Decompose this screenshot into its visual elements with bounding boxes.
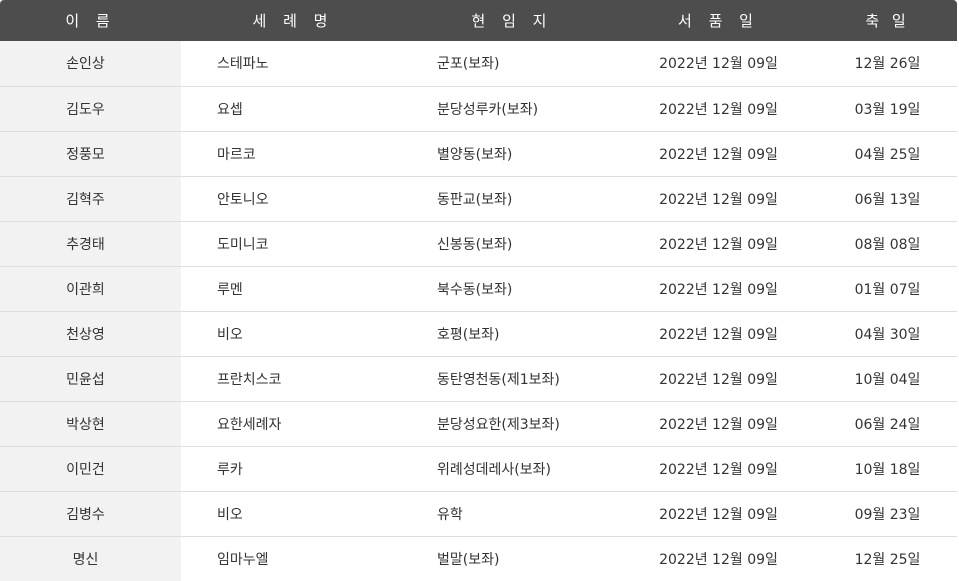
feast-day-cell: 03월 19일 bbox=[818, 86, 957, 132]
priest-name-cell: 김도우 bbox=[0, 86, 181, 132]
priest-name-cell: 이관희 bbox=[0, 266, 181, 312]
ordination-date-cell: 2022년 12월 09일 bbox=[619, 221, 818, 267]
feast-day-cell: 12월 25일 bbox=[854, 551, 921, 568]
current-post-cell: 위례성데레사(보좌) bbox=[405, 446, 619, 492]
ordination-date-cell: 2022년 12월 09일 bbox=[619, 176, 818, 222]
ordination-date-cell: 2022년 12월 09일 bbox=[619, 311, 818, 357]
current-post-cell: 분당성요한(제3보좌) bbox=[405, 401, 619, 447]
current-post-cell: 동탄영천동(제1보좌) bbox=[405, 356, 619, 402]
priest-name-cell: 천상영 bbox=[0, 311, 181, 357]
current-post-cell: 호평(보좌) bbox=[405, 311, 619, 357]
table-row: 민윤섭 프란치스코 동탄영천동(제1보좌) 2022년 12월 09일 10월 04일 bbox=[0, 356, 957, 402]
current-post-cell: 북수동(보좌) bbox=[405, 266, 619, 312]
baptismal-name-cell: 비오 bbox=[181, 311, 405, 357]
ordination-date-cell: 2022년 12월 09일 bbox=[619, 41, 818, 87]
header-baptismal-name: 세 례 명 bbox=[181, 0, 405, 41]
baptismal-name-cell: 마르코 bbox=[181, 131, 405, 177]
priest-name-cell: 손인상 bbox=[0, 41, 181, 87]
ordination-date-cell: 2022년 12월 09일 bbox=[619, 446, 818, 492]
table-row: 김혁주 안토니오 동판교(보좌) 2022년 12월 09일 06월 13일 bbox=[0, 176, 957, 222]
priest-name-cell: 명신 bbox=[0, 536, 181, 581]
baptismal-name-cell: 안토니오 bbox=[181, 176, 405, 222]
baptismal-name-cell: 도미니코 bbox=[181, 221, 405, 267]
ordination-date-cell: 2022년 12월 09일 bbox=[619, 131, 818, 177]
table-row: 이민건 루카 위례성데레사(보좌) 2022년 12월 09일 10월 18일 bbox=[0, 446, 957, 492]
ordination-date-cell: 2022년 12월 09일 bbox=[619, 86, 818, 132]
current-post-cell: 동판교(보좌) bbox=[405, 176, 619, 222]
table-row: 손인상 스테파노 군포(보좌) 2022년 12월 09일 12월 26일 bbox=[0, 41, 957, 87]
baptismal-name-cell: 루카 bbox=[181, 446, 405, 492]
table-row: 김도우 요셉 분당성루카(보좌) 2022년 12월 09일 03월 19일 bbox=[0, 86, 957, 132]
baptismal-name-cell: 요셉 bbox=[181, 86, 405, 132]
ordination-date-cell: 2022년 12월 09일 bbox=[619, 401, 818, 447]
priest-name-cell: 추경태 bbox=[0, 221, 181, 267]
feast-day-cell: 10월 04일 bbox=[818, 356, 957, 402]
baptismal-name-cell: 요한세례자 bbox=[181, 401, 405, 447]
table-row: 천상영 비오 호평(보좌) 2022년 12월 09일 04월 30일 bbox=[0, 311, 957, 357]
ordination-date-cell: 2022년 12월 09일 bbox=[659, 551, 778, 568]
priest-name-cell: 박상현 bbox=[0, 401, 181, 447]
header-row: 이 름 세 례 명 현 임 지 서 품 일 축 일 bbox=[0, 0, 957, 41]
feast-day-cell: 06월 13일 bbox=[818, 176, 957, 222]
feast-day-cell: 08월 08일 bbox=[818, 221, 957, 267]
priest-name-cell: 이민건 bbox=[0, 446, 181, 492]
baptismal-name-cell: 프란치스코 bbox=[181, 356, 405, 402]
table-row: 박상현 요한세례자 분당성요한(제3보좌) 2022년 12월 09일 06월 24일 bbox=[0, 401, 957, 447]
table-header: 이 름 세 례 명 현 임 지 서 품 일 축 일 bbox=[0, 0, 957, 41]
header-feast-day: 축 일 bbox=[818, 0, 957, 41]
header-ordination-date: 서 품 일 bbox=[619, 0, 818, 41]
current-post-cell: 군포(보좌) bbox=[405, 41, 619, 87]
table-row: 명신 임마누엘 벌말(보좌) 2022년 12월 09일 12월 25일 bbox=[0, 536, 957, 581]
current-post-cell: 별양동(보좌) bbox=[405, 131, 619, 177]
header-current-post: 현 임 지 bbox=[405, 0, 619, 41]
feast-day-cell: 01월 07일 bbox=[818, 266, 957, 312]
ordination-date-cell: 2022년 12월 09일 bbox=[619, 266, 818, 312]
feast-day-cell: 09월 23일 bbox=[818, 491, 957, 537]
baptismal-name-cell: 루멘 bbox=[181, 266, 405, 312]
baptismal-name-cell: 임마누엘 bbox=[217, 551, 269, 568]
baptismal-name-cell: 비오 bbox=[181, 491, 405, 537]
ordination-roster-table: 이 름 세 례 명 현 임 지 서 품 일 축 일 손인상 스테파노 군포(보좌) 2… bbox=[0, 0, 957, 581]
ordination-date-cell: 2022년 12월 09일 bbox=[619, 356, 818, 402]
feast-day-cell: 12월 26일 bbox=[818, 41, 957, 87]
table-row: 이관희 루멘 북수동(보좌) 2022년 12월 09일 01월 07일 bbox=[0, 266, 957, 312]
table-row: 추경태 도미니코 신봉동(보좌) 2022년 12월 09일 08월 08일 bbox=[0, 221, 957, 267]
priest-name-cell: 김병수 bbox=[0, 491, 181, 537]
table-row: 김병수 비오 유학 2022년 12월 09일 09월 23일 bbox=[0, 491, 957, 537]
header-name: 이 름 bbox=[0, 0, 181, 41]
current-post-cell: 벌말(보좌) bbox=[437, 551, 500, 568]
feast-day-cell: 06월 24일 bbox=[818, 401, 957, 447]
current-post-cell: 분당성루카(보좌) bbox=[405, 86, 619, 132]
table-body: 손인상 스테파노 군포(보좌) 2022년 12월 09일 12월 26일 김도우 요셉 분당… bbox=[0, 41, 957, 581]
priest-name-cell: 정풍모 bbox=[0, 131, 181, 177]
current-post-cell: 유학 bbox=[405, 491, 619, 537]
feast-day-cell: 04월 30일 bbox=[818, 311, 957, 357]
table-row: 정풍모 마르코 별양동(보좌) 2022년 12월 09일 04월 25일 bbox=[0, 131, 957, 177]
ordination-date-cell: 2022년 12월 09일 bbox=[619, 491, 818, 537]
baptismal-name-cell: 스테파노 bbox=[181, 41, 405, 87]
feast-day-cell: 10월 18일 bbox=[818, 446, 957, 492]
current-post-cell: 신봉동(보좌) bbox=[405, 221, 619, 267]
priest-name-cell: 김혁주 bbox=[0, 176, 181, 222]
priest-name-cell: 민윤섭 bbox=[0, 356, 181, 402]
feast-day-cell: 04월 25일 bbox=[818, 131, 957, 177]
